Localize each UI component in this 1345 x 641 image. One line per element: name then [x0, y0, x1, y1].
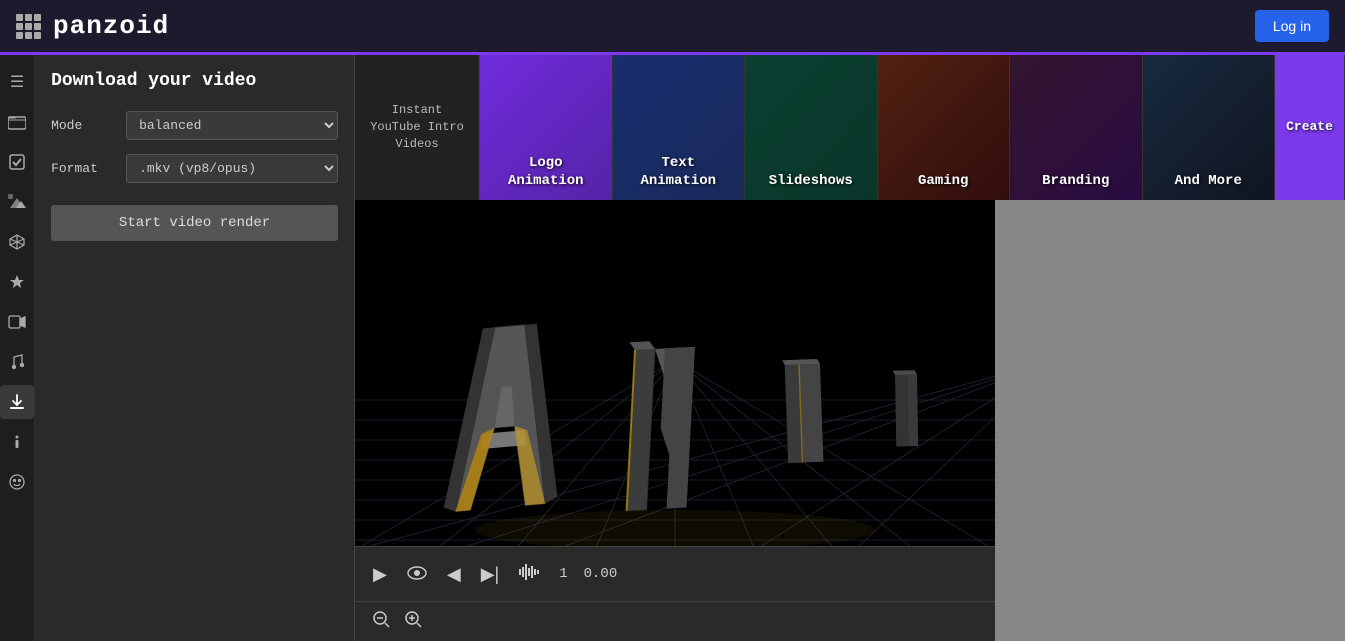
sidebar-icon-music[interactable] [0, 345, 34, 379]
tab-and-more-label: And More [1169, 164, 1248, 200]
step-forward-button[interactable]: ▶| [479, 562, 502, 587]
login-button[interactable]: Log in [1255, 10, 1329, 42]
time-counter: 0.00 [584, 566, 618, 582]
nav-tabs: InstantYouTube IntroVideos LogoAnimation… [355, 55, 1345, 200]
zoom-out-button[interactable] [371, 609, 391, 634]
waveform-button[interactable] [517, 562, 543, 587]
canvas-grid [355, 200, 655, 350]
main-layout: ☰ Download your [0, 55, 1345, 641]
play-button[interactable]: ▶ [371, 562, 389, 587]
mode-select[interactable]: balanced quality speed [126, 111, 338, 140]
tab-slideshows[interactable]: Slideshows [745, 55, 878, 200]
video-preview [355, 200, 995, 546]
right-gray-panel [995, 200, 1345, 641]
left-panel: Download your video Mode balanced qualit… [35, 55, 355, 641]
sidebar-icon-folder[interactable] [0, 105, 34, 139]
mode-row: Mode balanced quality speed [51, 111, 338, 140]
format-label: Format [51, 161, 116, 176]
sidebar-icon-cube[interactable] [0, 225, 34, 259]
frame-counter: 1 [559, 566, 567, 582]
tab-branding-label: Branding [1036, 164, 1115, 200]
tab-text-animation-label: TextAnimation [634, 146, 722, 200]
tab-logo-label: LogoAnimation [502, 146, 590, 200]
sidebar-icon-emoji[interactable] [0, 465, 34, 499]
tab-create[interactable]: Create [1275, 55, 1345, 200]
tab-gaming-label: Gaming [912, 164, 974, 200]
tab-logo[interactable]: LogoAnimation [480, 55, 613, 200]
zoom-in-button[interactable] [403, 609, 423, 634]
nav-intro: InstantYouTube IntroVideos [355, 55, 480, 200]
tab-slideshows-label: Slideshows [763, 164, 859, 200]
topbar: panzoid Log in [0, 0, 1345, 55]
start-render-button[interactable]: Start video render [51, 205, 338, 241]
sidebar-icon-menu[interactable]: ☰ [0, 65, 34, 99]
step-back-button[interactable]: ◀ [445, 562, 463, 587]
sidebar: ☰ [0, 55, 35, 641]
tab-create-label: Create [1286, 119, 1333, 136]
format-select[interactable]: .mkv (vp8/opus) .mp4 (h264/aac) .webm [126, 154, 338, 183]
tab-and-more[interactable]: And More [1143, 55, 1276, 200]
sidebar-icon-download[interactable] [0, 385, 34, 419]
format-row: Format .mkv (vp8/opus) .mp4 (h264/aac) .… [51, 154, 338, 183]
mode-label: Mode [51, 118, 116, 133]
sidebar-icon-info[interactable] [0, 425, 34, 459]
panel-title: Download your video [51, 71, 338, 91]
grid-icon [16, 14, 41, 39]
right-area: InstantYouTube IntroVideos LogoAnimation… [355, 55, 1345, 641]
logo-area: panzoid [16, 11, 169, 41]
tab-text-animation[interactable]: TextAnimation [613, 55, 746, 200]
controls-bar: ▶ ◀ ▶| 1 0.00 [355, 546, 995, 601]
sidebar-icon-landscape[interactable] [0, 185, 34, 219]
tab-branding[interactable]: Branding [1010, 55, 1143, 200]
sidebar-icon-check[interactable] [0, 145, 34, 179]
sidebar-icon-star[interactable] [0, 265, 34, 299]
nav-intro-text: InstantYouTube IntroVideos [370, 102, 464, 152]
zoom-area [355, 601, 995, 641]
tab-gaming[interactable]: Gaming [878, 55, 1011, 200]
logo-text: panzoid [53, 11, 169, 41]
sidebar-icon-video[interactable] [0, 305, 34, 339]
eye-button[interactable] [405, 562, 429, 587]
